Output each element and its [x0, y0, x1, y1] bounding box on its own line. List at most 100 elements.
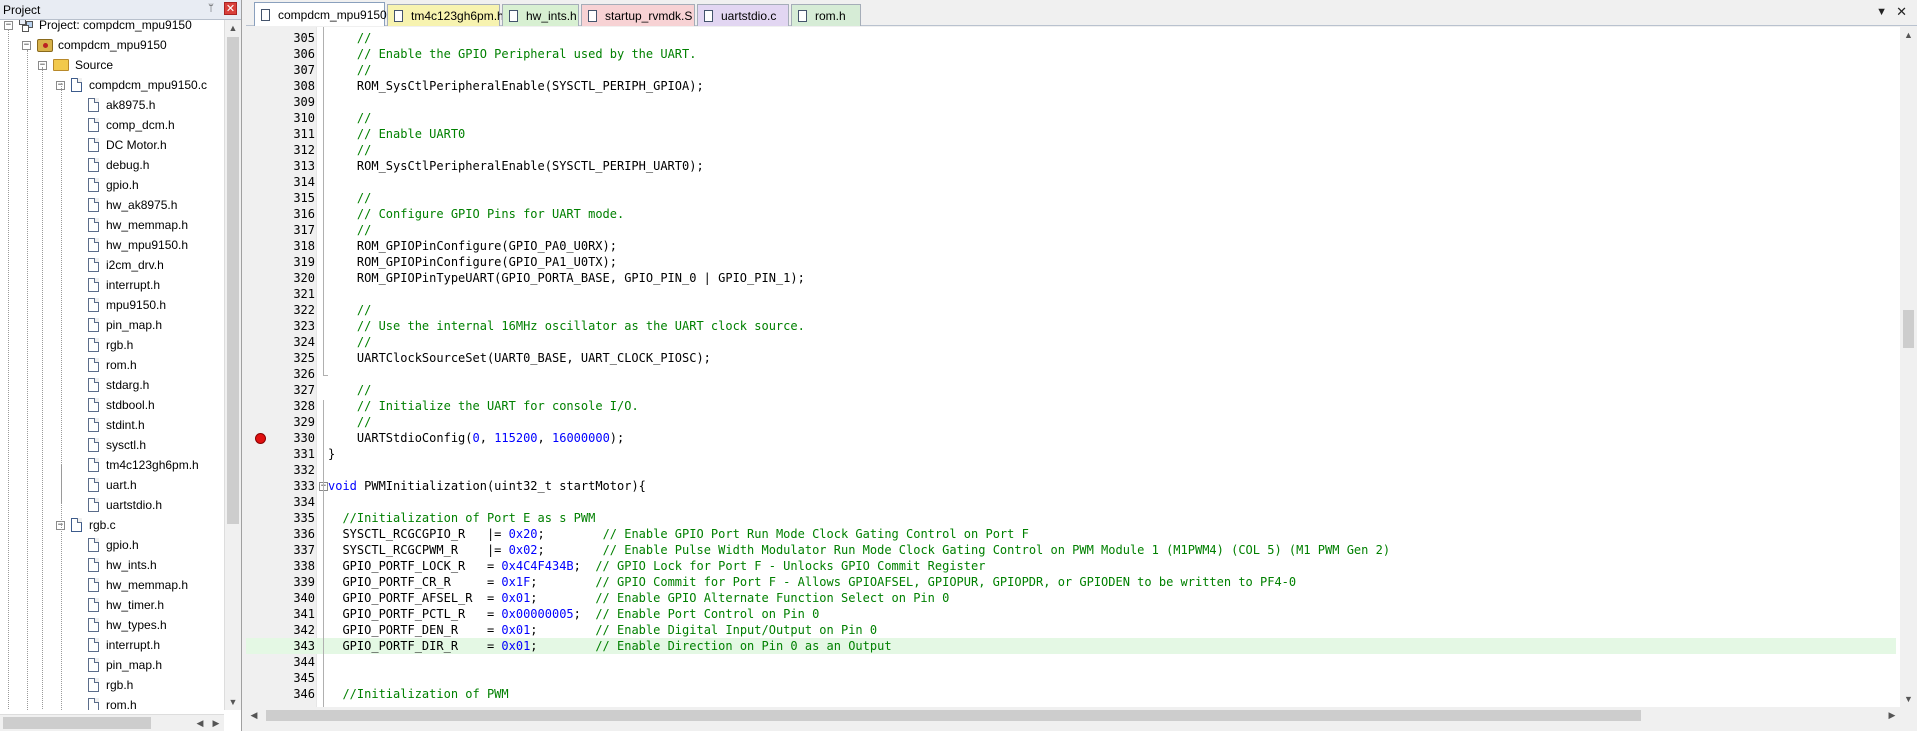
scroll-thumb[interactable]	[1903, 310, 1914, 348]
code-line[interactable]: 336 SYSCTL_RCGCGPIO_R |= 0x20; // Enable…	[246, 526, 1896, 542]
breakpoint-icon[interactable]	[255, 433, 266, 444]
code-line[interactable]: 322 //	[246, 302, 1896, 318]
code-editor[interactable]: 305 //306 // Enable the GPIO Peripheral …	[246, 27, 1917, 707]
tree-item[interactable]: mpu9150.h	[88, 295, 166, 315]
code-line[interactable]: 334	[246, 494, 1896, 510]
editor-horizontal-scrollbar[interactable]: ◀ ▶	[246, 707, 1900, 724]
code-line[interactable]: 313 ROM_SysCtlPeripheralEnable(SYSCTL_PE…	[246, 158, 1896, 174]
code-line[interactable]: 328 // Initialize the UART for console I…	[246, 398, 1896, 414]
code-line[interactable]: 327 //	[246, 382, 1896, 398]
code-line[interactable]: 325 UARTClockSourceSet(UART0_BASE, UART_…	[246, 350, 1896, 366]
code-line[interactable]: 315 //	[246, 190, 1896, 206]
code-line[interactable]: 320 ROM_GPIOPinTypeUART(GPIO_PORTA_BASE,…	[246, 270, 1896, 286]
pin-icon[interactable]: ᛘ	[205, 3, 217, 15]
code-line[interactable]: 340 GPIO_PORTF_AFSEL_R = 0x01; // Enable…	[246, 590, 1896, 606]
tree-item[interactable]: − compdcm_mpu9150.c	[56, 75, 207, 95]
tree-item[interactable]: − compdcm_mpu9150	[22, 35, 167, 55]
tab-list-dropdown-icon[interactable]: ▼	[1876, 6, 1887, 18]
tree-item[interactable]: − rgb.c	[56, 515, 116, 535]
tree-item[interactable]: rgb.h	[88, 675, 133, 695]
code-line[interactable]: 321	[246, 286, 1896, 302]
scroll-left-arrow[interactable]: ◀	[246, 707, 262, 724]
code-line[interactable]: 324 //	[246, 334, 1896, 350]
code-line[interactable]: 305 //	[246, 30, 1896, 46]
tree-item[interactable]: interrupt.h	[88, 635, 160, 655]
tree-item[interactable]: − Project: compdcm_mpu9150	[4, 20, 192, 35]
tree-item[interactable]: gpio.h	[88, 175, 139, 195]
tree-item[interactable]: rgb.h	[88, 335, 133, 355]
code-line[interactable]: 326	[246, 366, 1896, 382]
tree-item[interactable]: hw_timer.h	[88, 595, 164, 615]
code-line[interactable]: 333− void PWMInitialization(uint32_t star…	[246, 478, 1896, 494]
tree-item[interactable]: ak8975.h	[88, 95, 155, 115]
tree-item[interactable]: gpio.h	[88, 535, 139, 555]
code-line[interactable]: 330 UARTStdioConfig(0, 115200, 16000000)…	[246, 430, 1896, 446]
close-tab-icon[interactable]: ✕	[1896, 4, 1907, 20]
tree-item[interactable]: pin_map.h	[88, 655, 162, 675]
scroll-down-arrow[interactable]: ▼	[225, 694, 241, 710]
scroll-thumb[interactable]	[266, 710, 1641, 721]
code-line[interactable]: 317 //	[246, 222, 1896, 238]
editor-tab[interactable]: tm4c123gh6pm.h	[387, 4, 504, 26]
code-line[interactable]: 331}	[246, 446, 1896, 462]
code-line[interactable]: 307 //	[246, 62, 1896, 78]
tree-item[interactable]: uart.h	[88, 475, 137, 495]
editor-vertical-scrollbar[interactable]: ▲ ▼	[1900, 27, 1917, 707]
tree-item[interactable]: hw_ints.h	[88, 555, 157, 575]
tree-item[interactable]: hw_types.h	[88, 615, 167, 635]
tree-item[interactable]: comp_dcm.h	[88, 115, 175, 135]
code-line[interactable]: 311 // Enable UART0	[246, 126, 1896, 142]
scroll-thumb[interactable]	[3, 717, 151, 729]
code-line[interactable]: 339 GPIO_PORTF_CR_R = 0x1F; // GPIO Comm…	[246, 574, 1896, 590]
tree-item[interactable]: DC Motor.h	[88, 135, 167, 155]
code-line[interactable]: 338 GPIO_PORTF_LOCK_R = 0x4C4F434B; // G…	[246, 558, 1896, 574]
scroll-up-arrow[interactable]: ▲	[1900, 27, 1917, 43]
scroll-right-arrow[interactable]: ▶	[1884, 707, 1900, 724]
tree-item[interactable]: sysctl.h	[88, 435, 146, 455]
project-tree-horizontal-scrollbar[interactable]: ◀ ▶	[0, 714, 224, 731]
code-line[interactable]: 312 //	[246, 142, 1896, 158]
editor-tab[interactable]: startup_rvmdk.S	[581, 4, 695, 26]
code-line[interactable]: 318 ROM_GPIOPinConfigure(GPIO_PA0_U0RX);	[246, 238, 1896, 254]
scroll-thumb[interactable]	[227, 37, 239, 524]
code-line[interactable]: 314	[246, 174, 1896, 190]
code-line[interactable]: 341 GPIO_PORTF_PCTL_R = 0x00000005; // E…	[246, 606, 1896, 622]
scroll-up-arrow[interactable]: ▲	[225, 20, 241, 36]
editor-tab[interactable]: rom.h	[791, 4, 861, 26]
tree-item[interactable]: interrupt.h	[88, 275, 160, 295]
code-line[interactable]: 308 ROM_SysCtlPeripheralEnable(SYSCTL_PE…	[246, 78, 1896, 94]
tree-item[interactable]: uartstdio.h	[88, 495, 162, 515]
collapse-toggle[interactable]: −	[22, 40, 31, 50]
tree-item[interactable]: hw_memmap.h	[88, 575, 188, 595]
scroll-down-arrow[interactable]: ▼	[1900, 691, 1917, 707]
project-tree-vertical-scrollbar[interactable]: ▲ ▼	[224, 20, 241, 710]
code-line[interactable]: 323 // Use the internal 16MHz oscillator…	[246, 318, 1896, 334]
code-line[interactable]: 335 //Initialization of Port E as s PWM	[246, 510, 1896, 526]
tree-item[interactable]: debug.h	[88, 155, 149, 175]
editor-tab[interactable]: hw_ints.h	[502, 4, 579, 26]
scroll-right-arrow[interactable]: ▶	[208, 715, 224, 731]
tree-item[interactable]: hw_ak8975.h	[88, 195, 177, 215]
tree-item[interactable]: stdbool.h	[88, 395, 155, 415]
tree-item[interactable]: hw_mpu9150.h	[88, 235, 188, 255]
code-line[interactable]: 319 ROM_GPIOPinConfigure(GPIO_PA1_U0TX);	[246, 254, 1896, 270]
code-line[interactable]: 329 //	[246, 414, 1896, 430]
tree-item[interactable]: hw_memmap.h	[88, 215, 188, 235]
tree-item[interactable]: pin_map.h	[88, 315, 162, 335]
code-line[interactable]: 309	[246, 94, 1896, 110]
code-line[interactable]: 332	[246, 462, 1896, 478]
code-line[interactable]: 346 //Initialization of PWM	[246, 686, 1896, 702]
scroll-left-arrow[interactable]: ◀	[192, 715, 208, 731]
tree-item[interactable]: rom.h	[88, 355, 137, 375]
code-line[interactable]: 344	[246, 654, 1896, 670]
code-line[interactable]: 310 //	[246, 110, 1896, 126]
tree-item[interactable]: i2cm_drv.h	[88, 255, 164, 275]
tree-item[interactable]: rom.h	[88, 695, 137, 710]
close-pane-button[interactable]: ✕	[224, 2, 237, 15]
editor-tab[interactable]: uartstdio.c	[697, 4, 789, 26]
code-line[interactable]: 345	[246, 670, 1896, 686]
tree-item[interactable]: − Source	[38, 55, 113, 75]
code-line[interactable]: 316 // Configure GPIO Pins for UART mode…	[246, 206, 1896, 222]
tree-item[interactable]: stdarg.h	[88, 375, 149, 395]
code-line[interactable]: 342 GPIO_PORTF_DEN_R = 0x01; // Enable D…	[246, 622, 1896, 638]
